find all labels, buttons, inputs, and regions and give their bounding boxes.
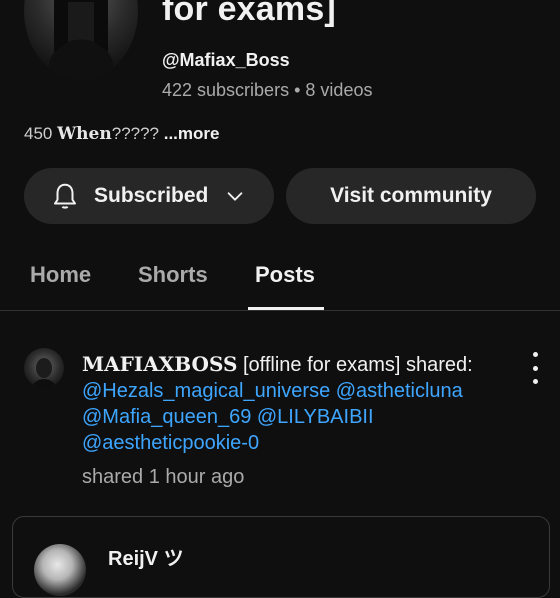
channel-avatar[interactable] [24, 0, 138, 80]
post-header: MAFIAXBOSS [offline for exams] shared: [82, 352, 473, 377]
channel-title: for exams] [162, 0, 336, 28]
video-count: 8 videos [305, 80, 373, 100]
post-timestamp: shared 1 hour ago [82, 466, 245, 488]
shared-author-avatar[interactable] [34, 544, 86, 596]
subscribed-label: Subscribed [94, 184, 209, 207]
tab-home[interactable]: Home [30, 262, 91, 288]
subscriber-count: 422 subscribers [162, 80, 290, 100]
chevron-down-icon [228, 192, 243, 201]
kebab-menu-icon[interactable] [524, 352, 546, 384]
stats-separator: • [294, 80, 301, 100]
channel-stats: 422 subscribers • 8 videos [162, 80, 372, 101]
mention-line[interactable]: @aestheticpookie-0 [82, 430, 522, 456]
channel-handle: @Mafiax_Boss [162, 50, 290, 70]
bell-icon [54, 183, 76, 209]
channel-description[interactable]: 450 When????? ...more [24, 124, 219, 144]
mention-line[interactable]: @Hezals_magical_universe @astheticluna [82, 378, 522, 404]
description-suffix: ????? [111, 124, 164, 143]
visit-community-label: Visit community [330, 184, 492, 207]
subscribed-button[interactable]: Subscribed [24, 168, 274, 224]
mention-line[interactable]: @Mafia_queen_69 @LILYBAIBII [82, 404, 522, 430]
shared-post-card[interactable] [12, 516, 550, 598]
shared-author-name[interactable]: ReijV ツ [108, 542, 184, 571]
more-link[interactable]: ...more [164, 124, 220, 143]
visit-community-button[interactable]: Visit community [286, 168, 536, 224]
tab-posts[interactable]: Posts [255, 262, 315, 288]
description-bold: When [57, 124, 112, 144]
description-prefix: 450 [24, 124, 58, 143]
post-author-name[interactable]: MAFIAXBOSS [82, 352, 237, 376]
post-author-avatar[interactable] [24, 348, 64, 388]
tab-shorts[interactable]: Shorts [138, 262, 208, 288]
post-shared-label: [offline for exams] shared: [237, 354, 473, 376]
tabs-divider [0, 310, 560, 311]
